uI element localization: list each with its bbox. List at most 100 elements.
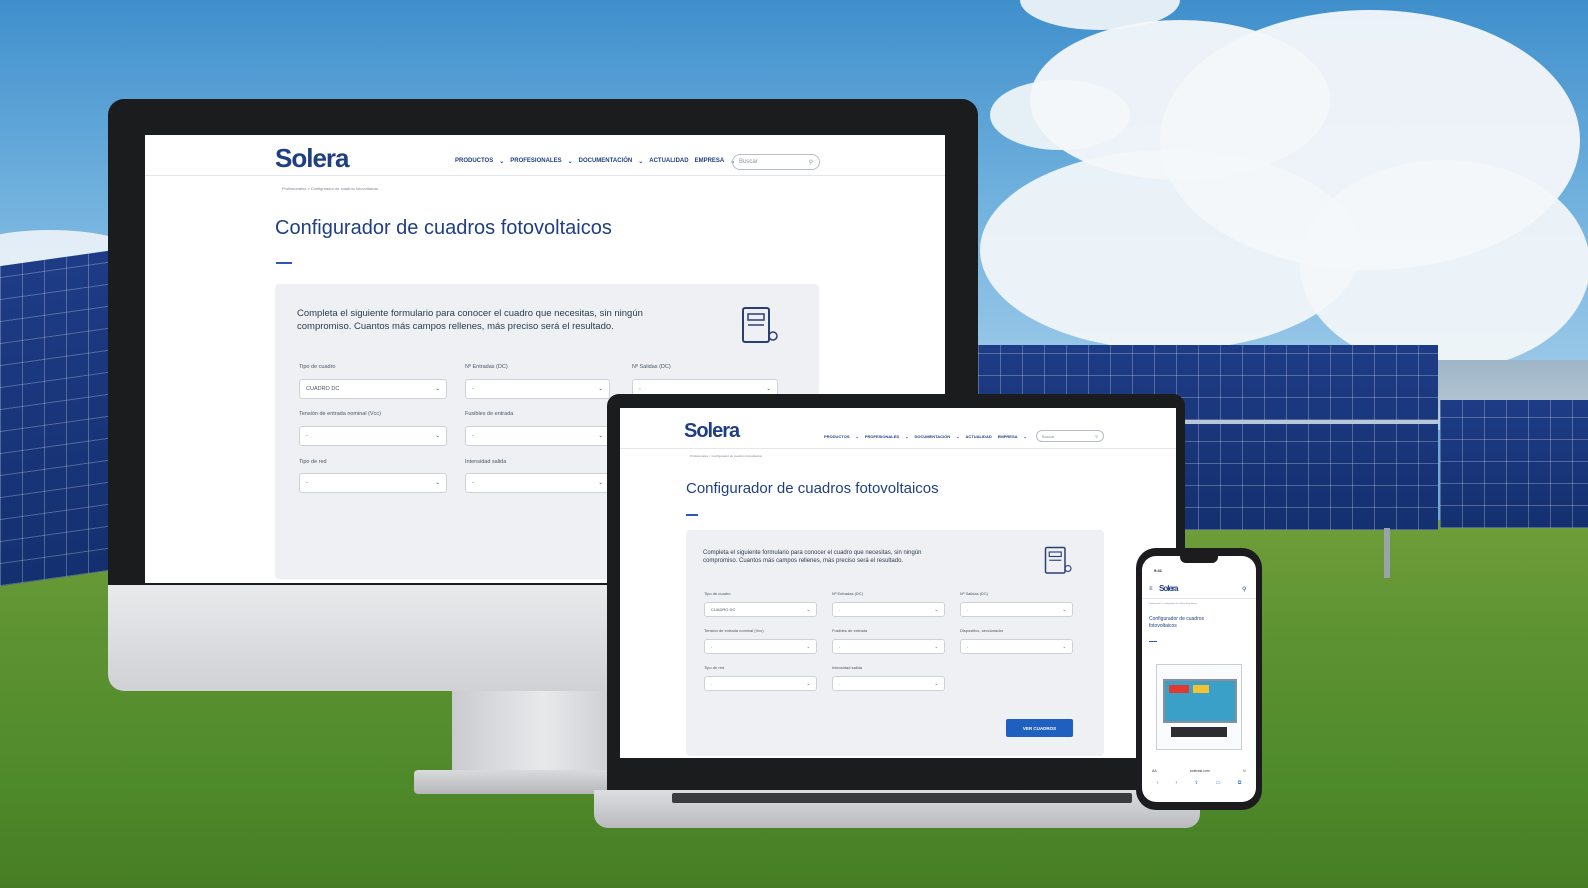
phone-screen: 9:41 ≡ Solera ⚲ Profesionales > Configur… (1142, 556, 1256, 802)
nav-item-empresa[interactable]: EMPRESA (998, 434, 1018, 439)
chevron-down-icon: ⌄ (806, 681, 810, 686)
nav-item-documentacion[interactable]: DOCUMENTACIÓN (914, 434, 950, 439)
search-input[interactable]: Buscar ⚲ (1036, 430, 1104, 442)
chevron-down-icon: ⌄ (934, 681, 938, 686)
phone-notch (1180, 556, 1218, 563)
menu-icon[interactable]: ≡ (1149, 586, 1153, 592)
intro-text: Completa el siguiente formulario para co… (703, 550, 922, 565)
label-tipo-red: Tipo de red (704, 665, 725, 670)
electrical-panel-icon (742, 307, 778, 343)
main-nav: PRODUCTOS ⌄ PROFESIONALES ⌄ DOCUMENTACIÓN ⌄… (824, 434, 1027, 439)
solar-panel-array (0, 249, 115, 587)
laptop-hinge (672, 793, 1132, 803)
search-icon: ⚲ (1095, 433, 1098, 439)
solera-logo[interactable]: Solera (275, 143, 349, 174)
solera-logo[interactable]: Solera (1159, 584, 1178, 593)
label-fusibles: Fusibles de entrada (465, 411, 514, 417)
cloud (990, 80, 1130, 150)
select-salidas[interactable]: - ⌄ (960, 602, 1073, 617)
breadcrumb[interactable]: Profesionales > Configurador de cuadros … (1149, 603, 1197, 605)
status-time: 9:41 (1154, 568, 1163, 573)
chevron-down-icon: ⌄ (1062, 607, 1066, 612)
label-intensidad: Intensidad salida (832, 665, 863, 670)
forward-icon[interactable]: › (1176, 780, 1178, 790)
label-salidas: Nº Salidas (DC) (960, 591, 989, 596)
label-tension: Tensión de entrada nominal (Vcc) (704, 628, 764, 633)
electrical-cabinet-image (1156, 664, 1242, 750)
chevron-down-icon: ⌄ (435, 480, 440, 486)
chevron-down-icon: ⌄ (806, 644, 810, 649)
search-input[interactable]: Buscar ⚲ (732, 154, 820, 170)
panel-support (1384, 528, 1390, 578)
search-placeholder: Buscar (739, 159, 758, 165)
search-icon: ⚲ (808, 159, 813, 166)
search-icon[interactable]: ⚲ (1242, 586, 1246, 593)
select-tipo-red[interactable]: - ⌄ (704, 676, 817, 691)
label-tipo-cuadro: Tipo de cuadro (299, 364, 336, 370)
page-title: Configurador de cuadros fotovoltaicos (275, 217, 612, 239)
reload-icon[interactable]: ↻ (1243, 769, 1246, 773)
back-icon[interactable]: ‹ (1157, 780, 1159, 790)
chevron-down-icon: ⌄ (598, 433, 603, 439)
chevron-down-icon: ⌄ (435, 433, 440, 439)
select-dispositivo[interactable]: - ⌄ (960, 639, 1073, 654)
ver-cuadros-button[interactable]: VER CUADROS (1006, 719, 1073, 737)
title-underline (276, 262, 292, 264)
nav-item-actualidad[interactable]: ACTUALIDAD (649, 158, 688, 165)
configurator-form-card: Completa el siguiente formulario para co… (686, 530, 1104, 756)
nav-item-profesionales[interactable]: PROFESIONALES (865, 434, 899, 439)
label-entradas: Nº Entradas (DC) (465, 364, 508, 370)
nav-item-actualidad[interactable]: ACTUALIDAD (966, 434, 992, 439)
solera-logo[interactable]: Solera (684, 420, 740, 443)
title-underline (1149, 641, 1157, 642)
page-title: Configurador de cuadros fotovoltaicos (686, 480, 939, 497)
nav-item-productos[interactable]: PRODUCTOS (455, 158, 493, 165)
select-tension[interactable]: - ⌄ (299, 426, 447, 446)
select-entradas[interactable]: - ⌄ (832, 602, 945, 617)
nav-item-documentacion[interactable]: DOCUMENTACIÓN (579, 158, 633, 165)
select-tipo-cuadro[interactable]: CUADRO DC ⌄ (299, 379, 447, 399)
nav-item-productos[interactable]: PRODUCTOS (824, 434, 849, 439)
title-underline (686, 514, 698, 516)
share-icon[interactable]: ⇪ (1194, 780, 1198, 790)
laptop-screen: Solera PRODUCTOS ⌄ PROFESIONALES ⌄ DOCUMEN… (620, 408, 1176, 758)
tabs-icon[interactable]: ⧉ (1238, 780, 1242, 790)
label-entradas: Nº Entradas (DC) (832, 591, 864, 596)
breadcrumb[interactable]: Profesionales > Configurador de cuadros … (282, 186, 378, 191)
label-dispositivo: Dispositivo, seccionador (960, 628, 1004, 633)
label-fusibles: Fusibles de entrada (832, 628, 868, 633)
url-text: solerasl.com (1190, 769, 1210, 773)
label-tipo-red: Tipo de red (299, 459, 327, 465)
bookmarks-icon[interactable]: ▭ (1216, 780, 1221, 790)
label-tension: Tensión de entrada nominal (Vcc) (299, 411, 381, 417)
chevron-down-icon: ⌄ (806, 607, 810, 612)
select-fusibles[interactable]: - ⌄ (832, 639, 945, 654)
address-bar[interactable]: AA solerasl.com ↻ (1148, 766, 1250, 776)
browser-toolbar: ‹ › ⇪ ▭ ⧉ (1148, 780, 1250, 790)
electrical-panel-icon (1044, 546, 1072, 574)
chevron-down-icon: ⌄ (435, 386, 440, 392)
select-entradas[interactable]: - ⌄ (465, 379, 610, 399)
select-fusibles[interactable]: - ⌄ (465, 426, 610, 446)
nav-item-profesionales[interactable]: PROFESIONALES (510, 158, 561, 165)
chevron-down-icon: ⌄ (766, 386, 771, 392)
select-tension[interactable]: - ⌄ (704, 639, 817, 654)
text-size-label[interactable]: AA (1152, 769, 1157, 773)
product-mockup-scene: Solera PRODUCTOS ⌄ PROFESIONALES ⌄ DOCUMEN… (0, 0, 1588, 888)
header-divider (145, 175, 945, 176)
chevron-down-icon: ⌄ (598, 386, 603, 392)
select-tipo-red[interactable]: - ⌄ (299, 473, 447, 493)
label-tipo-cuadro: Tipo de cuadro (704, 591, 731, 596)
breadcrumb[interactable]: Profesionales > Configurador de cuadros … (690, 454, 762, 458)
label-salidas: Nº Salidas (DC) (632, 364, 671, 370)
cloud (1300, 160, 1588, 370)
chevron-down-icon: ⌄ (934, 644, 938, 649)
select-intensidad[interactable]: - ⌄ (832, 676, 945, 691)
header-divider (620, 448, 1176, 449)
page-title: Configurador de cuadros fotovoltaicos (1149, 616, 1205, 629)
nav-item-empresa[interactable]: EMPRESA (695, 158, 725, 165)
select-tipo-cuadro[interactable]: CUADRO DC ⌄ (704, 602, 817, 617)
search-placeholder: Buscar (1042, 433, 1055, 439)
select-intensidad[interactable]: - ⌄ (465, 473, 610, 493)
solar-panel-array (1440, 400, 1588, 528)
